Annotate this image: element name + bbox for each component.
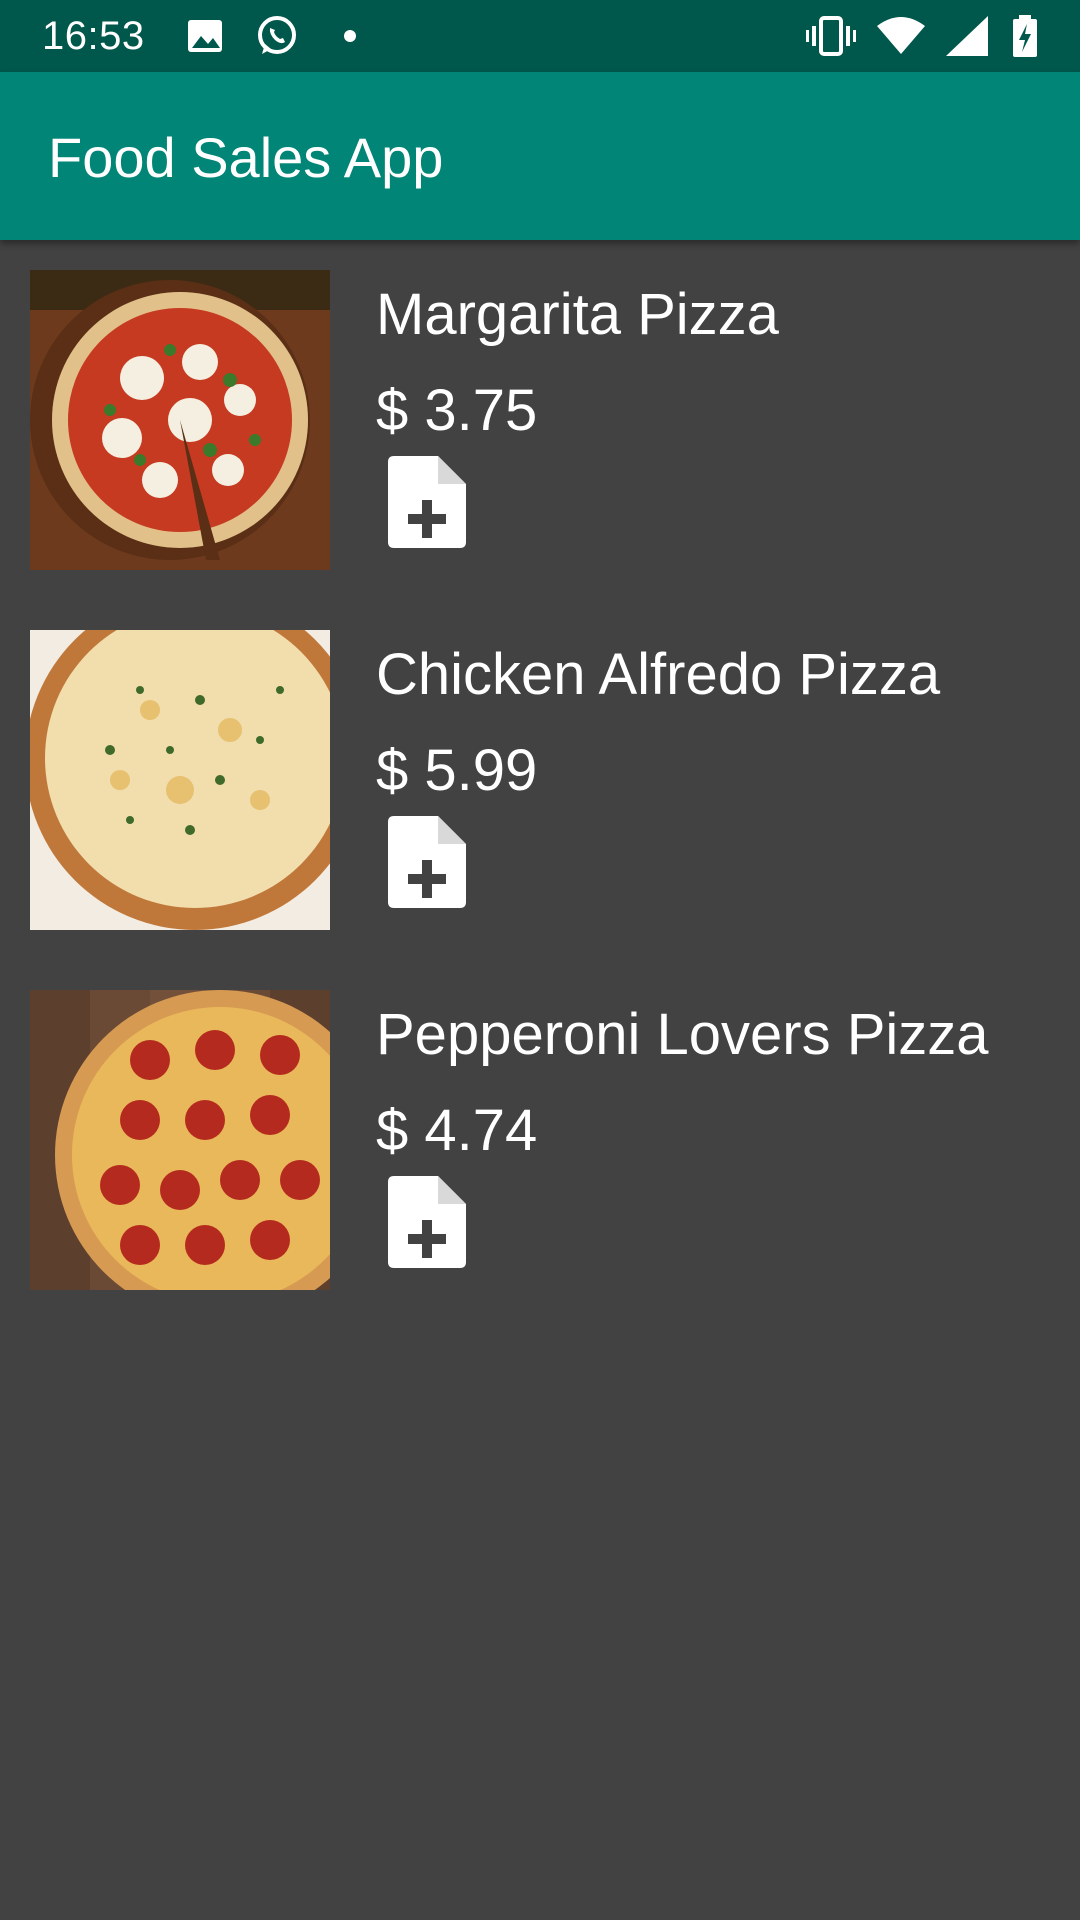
margarita-pizza-photo (30, 270, 330, 570)
whatsapp-icon (258, 16, 296, 54)
add-document-icon[interactable] (386, 814, 470, 910)
add-document-icon[interactable] (386, 454, 470, 550)
status-bar: 16:53 (0, 0, 1080, 72)
image-icon (188, 20, 222, 52)
app-bar: Food Sales App (0, 72, 1080, 240)
battery-charging-icon (1013, 15, 1037, 57)
status-time: 16:53 (42, 14, 145, 58)
vibrate-icon (806, 16, 856, 56)
pepperoni-pizza-photo (30, 990, 330, 1290)
wifi-icon (877, 17, 925, 54)
add-document-icon[interactable] (386, 1174, 470, 1270)
app-title: Food Sales App (48, 126, 444, 189)
dot-icon (344, 30, 356, 42)
item-name: Margarita Pizza (376, 282, 779, 347)
list-item[interactable]: Pepperoni Lovers Pizza $ 4.74 (0, 960, 1080, 1320)
chicken-alfredo-pizza-photo (30, 630, 330, 930)
signal-icon (946, 16, 988, 56)
list-item[interactable]: Margarita Pizza $ 3.75 (0, 240, 1080, 600)
list-item[interactable]: Chicken Alfredo Pizza $ 5.99 (0, 600, 1080, 960)
item-price: $ 4.74 (376, 1098, 538, 1163)
item-price: $ 5.99 (376, 738, 538, 803)
item-price: $ 3.75 (376, 378, 538, 443)
item-name: Chicken Alfredo Pizza (376, 642, 941, 707)
item-name: Pepperoni Lovers Pizza (376, 1002, 989, 1067)
